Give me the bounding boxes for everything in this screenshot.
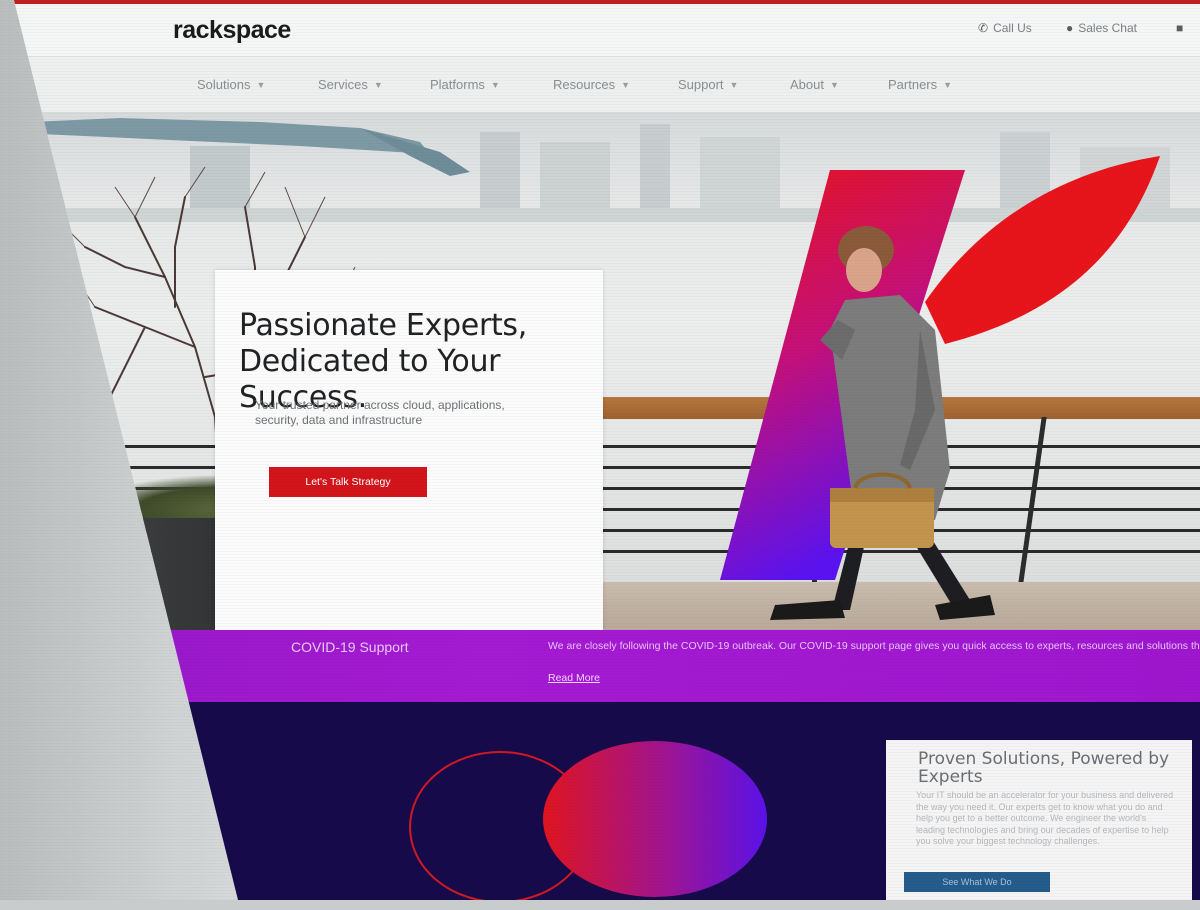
chevron-down-icon: ▼ — [373, 79, 383, 90]
account-link[interactable]: ■ — [1176, 21, 1183, 35]
nav-label: Services — [318, 77, 368, 92]
nav-solutions[interactable]: Solutions ▼ — [197, 77, 265, 92]
businessman-walking-image — [770, 226, 995, 620]
main-nav: Solutions ▼ Services ▼ Platforms ▼ Resou… — [14, 56, 1200, 113]
rackspace-logo[interactable]: rackspace — [173, 16, 291, 45]
chevron-down-icon: ▼ — [943, 79, 953, 90]
covid-text: We are closely following the COVID-19 ou… — [548, 640, 1200, 652]
chat-icon: ● — [1066, 21, 1074, 35]
sales-chat-label: Sales Chat — [1078, 21, 1137, 35]
proven-title: Proven Solutions, Powered by Experts — [918, 749, 1170, 787]
chevron-down-icon: ▼ — [829, 79, 839, 90]
site-header: rackspace ✆ Call Us ● Sales Chat ■ — [14, 4, 1200, 56]
nav-label: Platforms — [430, 77, 485, 92]
hero-card: Passionate Experts, Dedicated to Your Su… — [215, 270, 603, 630]
nav-label: Solutions — [197, 77, 251, 92]
venn-circles-graphic — [409, 741, 767, 900]
lets-talk-strategy-button[interactable]: Let's Talk Strategy — [269, 467, 427, 497]
see-what-we-do-button[interactable]: See What We Do — [904, 872, 1050, 892]
sales-chat-link[interactable]: ● Sales Chat — [1066, 21, 1137, 35]
nav-platforms[interactable]: Platforms ▼ — [430, 77, 500, 92]
proven-body: Your IT should be an accelerator for you… — [916, 790, 1174, 846]
nav-support[interactable]: Support ▼ — [678, 77, 738, 92]
chevron-down-icon: ▼ — [256, 79, 266, 90]
nav-services[interactable]: Services ▼ — [318, 77, 383, 92]
phone-icon: ✆ — [978, 21, 989, 35]
nav-label: About — [790, 77, 824, 92]
chevron-down-icon: ▼ — [490, 79, 500, 90]
account-icon: ■ — [1176, 21, 1184, 35]
chevron-down-icon: ▼ — [729, 79, 739, 90]
covid-title: COVID-19 Support — [291, 639, 409, 655]
nav-about[interactable]: About ▼ — [790, 77, 839, 92]
hero-banner: Passionate Experts, Dedicated to Your Su… — [14, 112, 1200, 630]
read-more-link[interactable]: Read More — [548, 672, 600, 684]
nav-label: Partners — [888, 77, 938, 92]
call-us-link[interactable]: ✆ Call Us — [978, 21, 1032, 35]
call-us-label: Call Us — [993, 21, 1032, 35]
nav-label: Support — [678, 77, 724, 92]
nav-resources[interactable]: Resources ▼ — [553, 77, 630, 92]
nav-partners[interactable]: Partners ▼ — [888, 77, 952, 92]
hero-subtitle: Your trusted partner across cloud, appli… — [255, 398, 505, 427]
proven-solutions-card: Proven Solutions, Powered by Experts You… — [886, 740, 1192, 900]
nav-label: Resources — [553, 77, 616, 92]
chevron-down-icon: ▼ — [621, 79, 631, 90]
